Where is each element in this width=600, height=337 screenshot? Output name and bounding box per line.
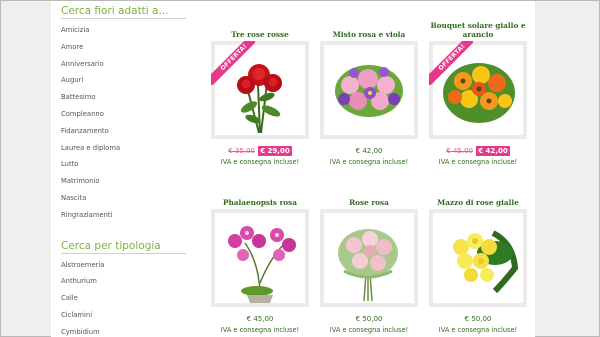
sidebar-item-anniversario[interactable]: Anniversario bbox=[61, 56, 186, 73]
occasions-list: Amicizia Amore Anniversario Auguri Batte… bbox=[61, 22, 186, 224]
sidebar-item-amicizia[interactable]: Amicizia bbox=[61, 22, 186, 39]
sidebar-item-fidanzamento[interactable]: Fidanzamento bbox=[61, 123, 186, 140]
price-row: € 50,00 bbox=[425, 314, 531, 324]
offer-badge: OFFERTA! bbox=[429, 41, 473, 85]
sidebar-item-auguri[interactable]: Auguri bbox=[61, 72, 186, 89]
product-title[interactable]: Tre rose rosse bbox=[207, 21, 313, 41]
pink-roses-image bbox=[338, 229, 398, 302]
price: € 42,00 bbox=[355, 147, 383, 155]
product-title[interactable]: Bouquet solare giallo e arancio bbox=[425, 21, 531, 41]
sidebar-item-calle[interactable]: Calle bbox=[61, 290, 186, 307]
product-title[interactable]: Phalaenopsis rosa bbox=[207, 189, 313, 209]
product-image[interactable] bbox=[429, 209, 527, 307]
price-row: € 45,00 bbox=[207, 314, 313, 324]
product-image[interactable] bbox=[320, 209, 418, 307]
price-row: € 50,00 bbox=[316, 314, 422, 324]
sidebar-item-compleanno[interactable]: Compleanno bbox=[61, 106, 186, 123]
product-image[interactable] bbox=[211, 209, 309, 307]
product-card: Misto rosa e viola € 42,00 IVA e consegn… bbox=[316, 21, 422, 167]
occasions-heading: Cerca fiori adatti a... bbox=[61, 1, 186, 19]
price-row: € 45,00 € 42,00 bbox=[425, 146, 531, 156]
product-grid: Tre rose rosse OFFERTA! € 35,00 € 29,00 … bbox=[207, 1, 533, 337]
product-card: Bouquet solare giallo e arancio OFFERTA!… bbox=[425, 21, 531, 167]
product-title[interactable]: Rose rosa bbox=[316, 189, 422, 209]
product-title[interactable]: Misto rosa e viola bbox=[316, 21, 422, 41]
product-card: Tre rose rosse OFFERTA! € 35,00 € 29,00 … bbox=[207, 21, 313, 167]
shipping-note: IVA e consegna incluse! bbox=[438, 158, 518, 166]
old-price: € 35,00 bbox=[228, 147, 256, 155]
yellow-roses-image bbox=[453, 230, 519, 294]
page-content: Cerca fiori adatti a... Amicizia Amore A… bbox=[51, 1, 535, 337]
product-card: Phalaenopsis rosa € 45,00 IVA e consegna… bbox=[207, 189, 313, 335]
old-price: € 45,00 bbox=[446, 147, 474, 155]
product-card: Rose rosa € 50,00 IVA e consegna incluse… bbox=[316, 189, 422, 335]
price: € 50,00 bbox=[355, 315, 383, 323]
offer-price: € 42,00 bbox=[476, 146, 510, 156]
offer-price: € 29,00 bbox=[258, 146, 292, 156]
types-list: Alstroemeria Anthurium Calle Ciclamini C… bbox=[61, 257, 186, 337]
product-image[interactable]: OFFERTA! bbox=[429, 41, 527, 139]
product-image[interactable] bbox=[320, 41, 418, 139]
sidebar-item-battesimo[interactable]: Battesimo bbox=[61, 89, 186, 106]
offer-badge: OFFERTA! bbox=[211, 41, 255, 85]
types-heading: Cerca per tipologia bbox=[61, 236, 186, 254]
shipping-note: IVA e consegna incluse! bbox=[329, 158, 409, 166]
sidebar-item-cymbidium[interactable]: Cymbidium bbox=[61, 324, 186, 337]
price: € 45,00 bbox=[246, 315, 274, 323]
price: € 50,00 bbox=[464, 315, 492, 323]
sidebar-item-nascita[interactable]: Nascita bbox=[61, 190, 186, 207]
product-card: Mazzo di rose gialle € 50,00 IVA e conse… bbox=[425, 189, 531, 335]
sidebar-item-amore[interactable]: Amore bbox=[61, 39, 186, 56]
shipping-note: IVA e consegna incluse! bbox=[438, 326, 518, 334]
sidebar-item-ciclamini[interactable]: Ciclamini bbox=[61, 307, 186, 324]
shipping-note: IVA e consegna incluse! bbox=[220, 158, 300, 166]
sidebar: Cerca fiori adatti a... Amicizia Amore A… bbox=[61, 1, 186, 337]
browser-frame: Cerca fiori adatti a... Amicizia Amore A… bbox=[0, 0, 600, 337]
shipping-note: IVA e consegna incluse! bbox=[220, 326, 300, 334]
sidebar-item-laurea[interactable]: Laurea e diploma bbox=[61, 140, 186, 157]
pink-violet-bouquet-image bbox=[335, 65, 403, 117]
product-title[interactable]: Mazzo di rose gialle bbox=[425, 189, 531, 209]
sidebar-item-anthurium[interactable]: Anthurium bbox=[61, 273, 186, 290]
sidebar-item-ringraziamenti[interactable]: Ringraziamenti bbox=[61, 207, 186, 224]
shipping-note: IVA e consegna incluse! bbox=[329, 326, 409, 334]
sidebar-item-matrimonio[interactable]: Matrimonio bbox=[61, 173, 186, 190]
product-image[interactable]: OFFERTA! bbox=[211, 41, 309, 139]
pink-orchid-image bbox=[228, 226, 296, 303]
price-row: € 35,00 € 29,00 bbox=[207, 146, 313, 156]
sidebar-item-alstroemeria[interactable]: Alstroemeria bbox=[61, 257, 186, 274]
sidebar-item-lutto[interactable]: Lutto bbox=[61, 156, 186, 173]
price-row: € 42,00 bbox=[316, 146, 422, 156]
